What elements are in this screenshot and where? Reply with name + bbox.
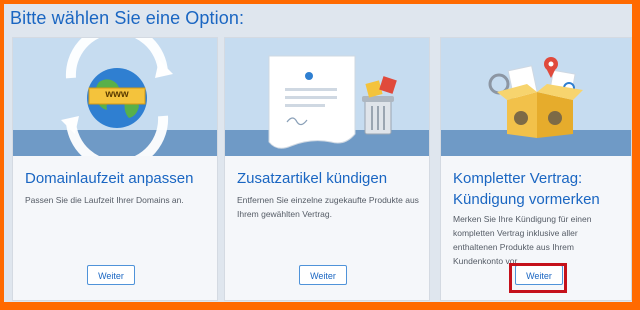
highlight-frame: [509, 263, 567, 293]
www-label: www: [105, 89, 129, 100]
document-trash-icon: [225, 38, 429, 156]
card-illustration: www: [13, 38, 217, 156]
option-card-cancel-addons: Zusatzartikel kündigen Entfernen Sie ein…: [224, 37, 430, 301]
card-illustration: [225, 38, 429, 156]
card-illustration: [441, 38, 631, 156]
weiter-button-cancel-addons[interactable]: Weiter: [299, 265, 347, 285]
card-title: Zusatzartikel kündigen: [237, 170, 388, 187]
option-card-cancel-contract: Kompletter Vertrag: Kündigung vormerken …: [440, 37, 632, 301]
box-icon: [441, 38, 631, 156]
card-description: Entfernen Sie einzelne zugekaufte Produk…: [237, 195, 419, 219]
weiter-button-domain-runtime[interactable]: Weiter: [87, 265, 135, 285]
card-title: Kompletter Vertrag: Kündigung vormerken: [453, 170, 600, 208]
card-title: Domainlaufzeit anpassen: [25, 170, 194, 187]
option-card-domain-runtime: www Domainlaufzeit anpassen Passen Sie d…: [12, 37, 218, 301]
page-title: Bitte wählen Sie eine Option:: [10, 8, 245, 28]
card-description: Passen Sie die Laufzeit Ihrer Domains an…: [25, 195, 184, 205]
card-description: Merken Sie Ihre Kündigung für einen komp…: [453, 214, 592, 266]
content-area: Bitte wählen Sie eine Option: www Domain…: [4, 4, 632, 302]
